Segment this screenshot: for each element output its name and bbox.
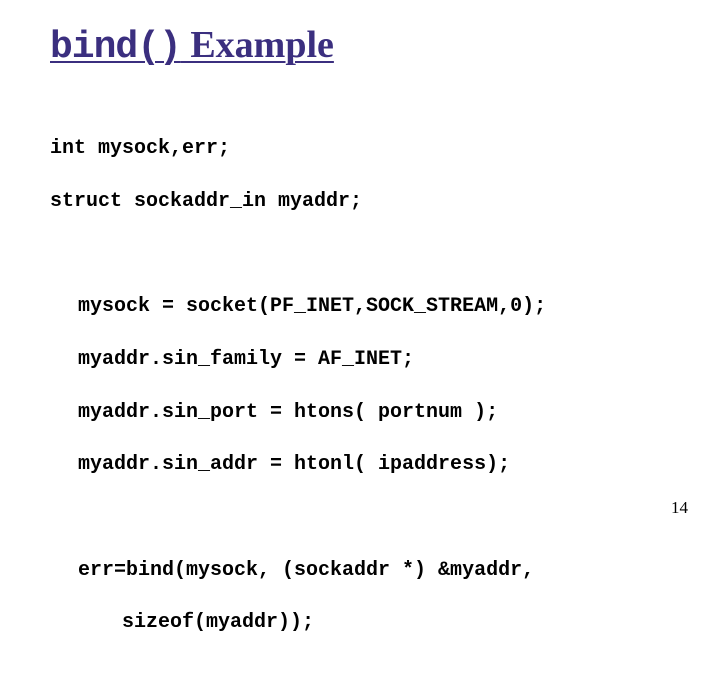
slide: bind() Example int mysock,err; struct so… — [0, 0, 720, 540]
code-line: myaddr.sin_addr = htonl( ipaddress); — [50, 452, 670, 478]
code-line: myaddr.sin_port = htons( portnum ); — [50, 400, 670, 426]
code-line: int mysock,err; — [50, 136, 670, 162]
code-line: sizeof(myaddr)); — [50, 610, 670, 636]
code-line: myaddr.sin_family = AF_INET; — [50, 347, 670, 373]
title-rest: Example — [181, 24, 334, 66]
page-number: 14 — [671, 498, 688, 518]
code-line: struct sockaddr_in myaddr; — [50, 189, 670, 215]
code-line: mysock = socket(PF_INET,SOCK_STREAM,0); — [50, 294, 670, 320]
blank-line — [50, 242, 670, 268]
code-line: err=bind(mysock, (sockaddr *) &myaddr, — [50, 558, 670, 584]
code-block: int mysock,err; struct sockaddr_in myadd… — [50, 110, 670, 690]
slide-title: bind() Example — [50, 24, 670, 70]
title-function-name: bind() — [50, 26, 181, 69]
blank-line — [50, 505, 670, 531]
